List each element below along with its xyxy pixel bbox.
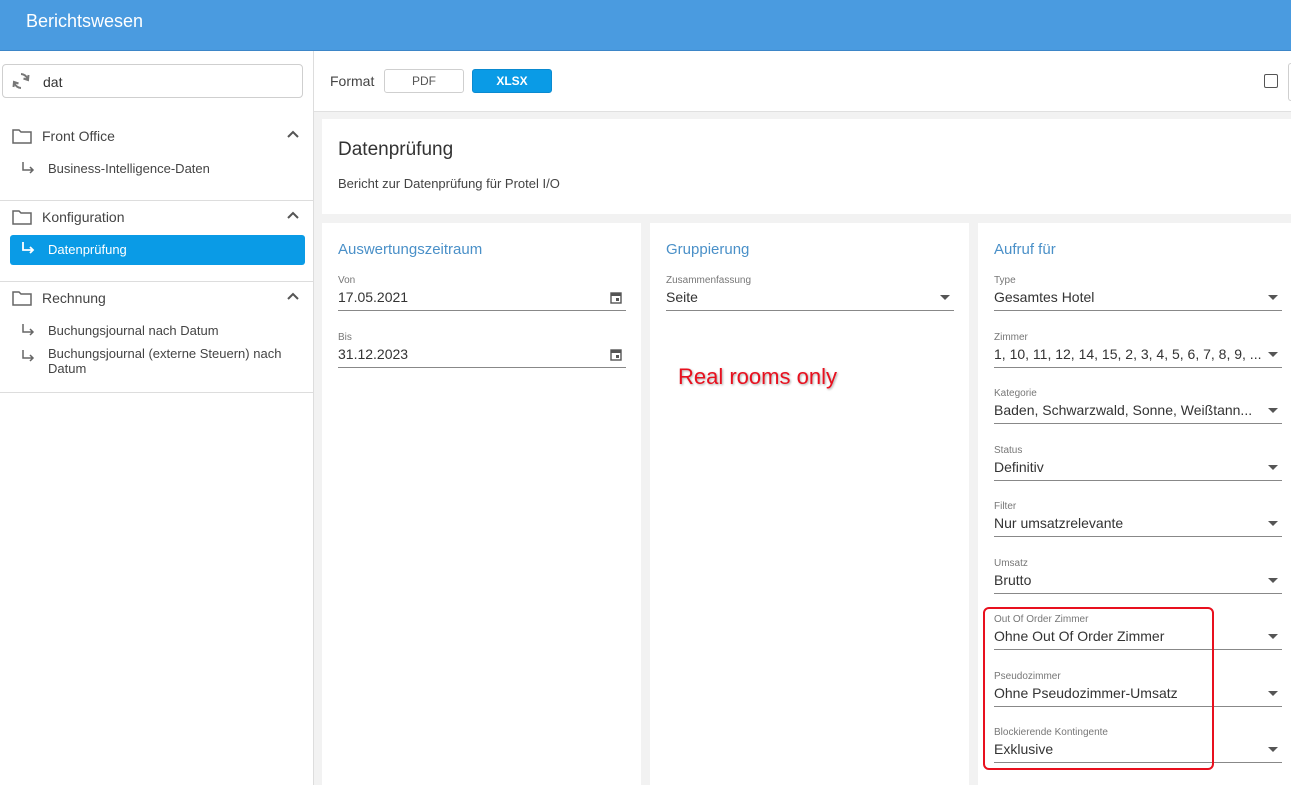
field-underline <box>994 593 1282 594</box>
divider <box>0 281 313 282</box>
report-info-card: Datenprüfung Bericht zur Datenprüfung fü… <box>322 119 1291 214</box>
chevron-up-icon[interactable] <box>286 210 300 220</box>
sidebar-item-buchungsjournal-nach-datum[interactable]: Buchungsjournal nach Datum <box>10 317 305 343</box>
field-underline <box>994 480 1282 481</box>
sidebar-group-label: Front Office <box>42 128 115 144</box>
field-value: Nur umsatzrelevante <box>994 515 1124 531</box>
field-underline <box>994 310 1282 311</box>
sidebar-item-label: Datenprüfung <box>48 242 127 257</box>
category-select[interactable]: Kategorie Baden, Schwarzwald, Sonne, Wei… <box>994 388 1282 428</box>
dropdown-arrow-icon[interactable] <box>1268 521 1278 526</box>
dropdown-arrow-icon[interactable] <box>1268 465 1278 470</box>
dropdown-arrow-icon[interactable] <box>1268 634 1278 639</box>
sidebar-group-label: Rechnung <box>42 290 106 306</box>
field-value: Baden, Schwarzwald, Sonne, Weißtann... <box>994 402 1253 418</box>
field-value: 17.05.2021 <box>338 289 409 305</box>
format-toolbar: Format PDF XLSX <box>314 51 1291 112</box>
field-label: Filter <box>994 501 1017 512</box>
dropdown-arrow-icon[interactable] <box>1268 747 1278 752</box>
app-header: Berichtswesen <box>0 0 1291 51</box>
panel-title: Auswertungszeitraum <box>338 241 483 258</box>
sidebar-group-rechnung[interactable]: Rechnung <box>12 287 304 311</box>
field-label: Von <box>338 275 356 286</box>
panel-title: Gruppierung <box>666 241 750 258</box>
date-from-field[interactable]: Von 17.05.2021 <box>338 275 626 315</box>
app-title: Berichtswesen <box>26 11 144 31</box>
dropdown-arrow-icon[interactable] <box>1268 408 1278 413</box>
chevron-up-icon[interactable] <box>286 129 300 139</box>
field-label: Status <box>994 445 1023 456</box>
field-value: Brutto <box>994 572 1032 588</box>
refresh-icon[interactable] <box>11 71 31 91</box>
annotation-highlight-box <box>983 607 1214 770</box>
sidebar-item-label: Buchungsjournal nach Datum <box>48 323 219 338</box>
folder-icon <box>12 291 32 306</box>
field-value: 31.12.2023 <box>338 346 409 362</box>
field-underline <box>994 367 1282 368</box>
format-xlsx-button[interactable]: XLSX <box>472 69 552 93</box>
field-underline <box>666 310 954 311</box>
report-description: Bericht zur Datenprüfung für Protel I/O <box>338 176 560 191</box>
dropdown-arrow-icon[interactable] <box>1268 352 1278 357</box>
field-underline <box>338 310 626 311</box>
field-value: Gesamtes Hotel <box>994 289 1095 305</box>
field-label: Type <box>994 275 1016 286</box>
folder-icon <box>12 129 32 144</box>
sidebar-item-buchungsjournal-externe-steuern[interactable]: Buchungsjournal (externe Steuern) nach D… <box>10 343 305 379</box>
field-underline <box>994 536 1282 537</box>
format-label: Format <box>330 73 375 89</box>
field-value: Definitiv <box>994 459 1044 475</box>
calendar-icon[interactable] <box>610 291 622 304</box>
chevron-up-icon[interactable] <box>286 291 300 301</box>
annotation-text: Real rooms only <box>678 364 837 389</box>
search-box <box>2 64 303 98</box>
sidebar-group-label: Konfiguration <box>42 209 125 225</box>
subitem-arrow-icon <box>22 324 35 336</box>
field-label: Zusammenfassung <box>666 275 752 286</box>
report-title: Datenprüfung <box>338 139 454 160</box>
calendar-icon[interactable] <box>610 348 622 361</box>
sidebar-group-konfiguration[interactable]: Konfiguration <box>12 206 304 230</box>
dropdown-arrow-icon[interactable] <box>1268 578 1278 583</box>
date-to-field[interactable]: Bis 31.12.2023 <box>338 332 626 372</box>
search-input[interactable] <box>41 71 295 93</box>
panel-grouping: Gruppierung Zusammenfassung Seite <box>650 223 969 785</box>
sidebar-item-datenpruefung[interactable]: Datenprüfung <box>10 235 305 265</box>
sidebar-item-label: Business-Intelligence-Daten <box>48 161 210 176</box>
sidebar-group-front-office[interactable]: Front Office <box>12 125 304 149</box>
subitem-arrow-icon <box>22 242 35 254</box>
folder-icon <box>12 210 32 225</box>
type-select[interactable]: Type Gesamtes Hotel <box>994 275 1282 315</box>
field-label: Zimmer <box>994 332 1028 343</box>
summary-select[interactable]: Zusammenfassung Seite <box>666 275 954 315</box>
field-label: Kategorie <box>994 388 1037 399</box>
format-pdf-button[interactable]: PDF <box>384 69 464 93</box>
status-select[interactable]: Status Definitiv <box>994 445 1282 485</box>
divider <box>0 200 313 201</box>
subitem-arrow-icon <box>22 162 35 174</box>
field-label: Bis <box>338 332 352 343</box>
sidebar-item-label: Buchungsjournal (externe Steuern) nach D… <box>48 346 282 376</box>
option-checkbox[interactable] <box>1264 74 1278 88</box>
field-underline <box>994 423 1282 424</box>
revenue-select[interactable]: Umsatz Brutto <box>994 558 1282 598</box>
subitem-arrow-icon <box>22 350 35 362</box>
filter-select[interactable]: Filter Nur umsatzrelevante <box>994 501 1282 541</box>
panel-period: Auswertungszeitraum Von 17.05.2021 Bis 3… <box>322 223 641 785</box>
field-value: 1, 10, 11, 12, 14, 15, 2, 3, 4, 5, 6, 7,… <box>994 346 1262 362</box>
field-value: Seite <box>666 289 698 305</box>
dropdown-arrow-icon[interactable] <box>1268 295 1278 300</box>
divider <box>0 392 313 393</box>
dropdown-arrow-icon[interactable] <box>1268 691 1278 696</box>
field-underline <box>338 367 626 368</box>
rooms-select[interactable]: Zimmer 1, 10, 11, 12, 14, 15, 2, 3, 4, 5… <box>994 332 1282 372</box>
panel-title: Aufruf für <box>994 241 1056 258</box>
sidebar: Front Office Business-Intelligence-Daten… <box>0 51 314 785</box>
field-label: Umsatz <box>994 558 1028 569</box>
dropdown-arrow-icon[interactable] <box>940 295 950 300</box>
sidebar-item-business-intelligence-daten[interactable]: Business-Intelligence-Daten <box>10 155 305 183</box>
